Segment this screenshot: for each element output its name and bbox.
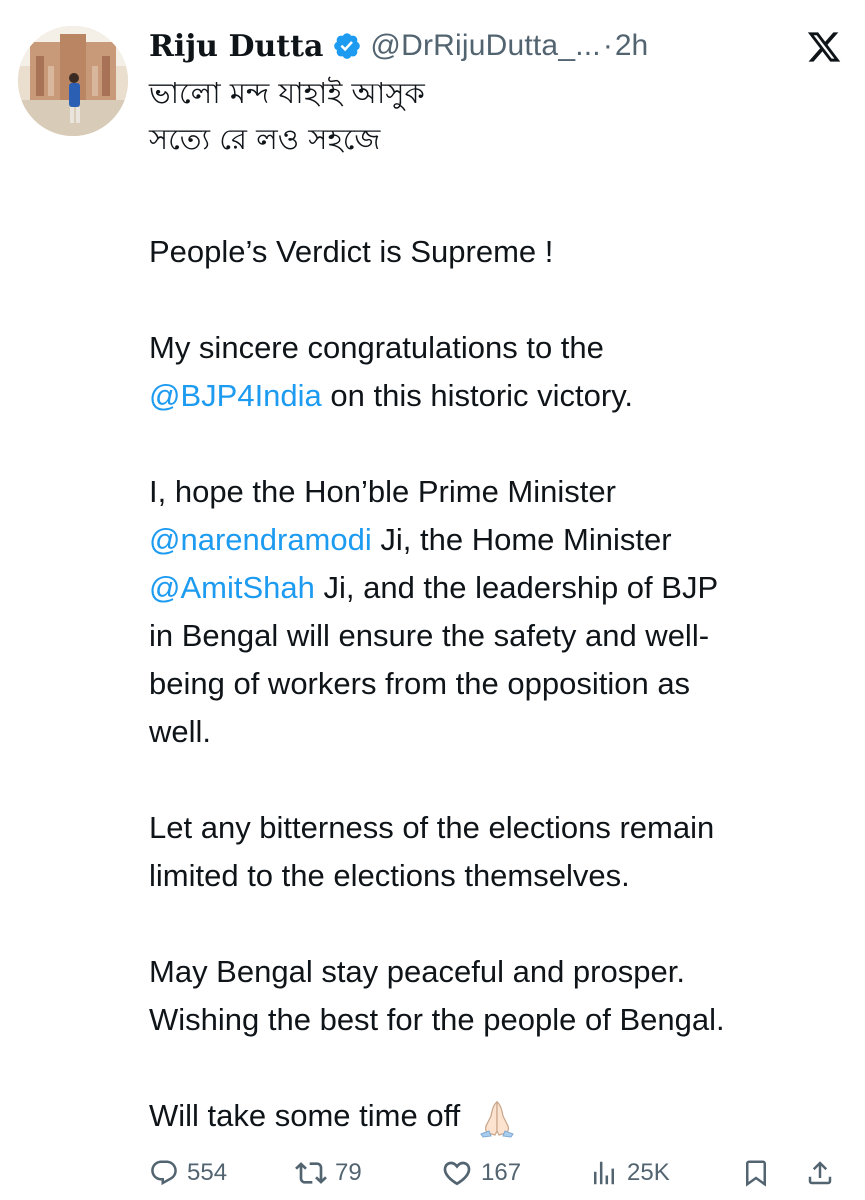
bookmark-button[interactable] <box>741 1153 771 1193</box>
reply-count: 554 <box>187 1159 228 1186</box>
verdict-line: People’s Verdict is Supreme ! <box>149 234 554 269</box>
mention-narendramodi[interactable]: @narendramodi <box>149 522 372 557</box>
folded-hands-icon <box>480 1100 514 1138</box>
wishes-paragraph: May Bengal stay peaceful and prosper. Wi… <box>149 948 849 1044</box>
like-button[interactable]: 167 <box>441 1153 521 1193</box>
wishes-line-1: May Bengal stay peaceful and prosper. <box>149 954 685 989</box>
wishes-line-2: Wishing the best for the people of Benga… <box>149 1002 725 1037</box>
views-chart-icon <box>594 1161 614 1185</box>
hope-text-3: Ji, and the leadership of BJP <box>314 570 719 605</box>
share-button[interactable] <box>805 1153 835 1193</box>
verified-badge-icon <box>334 33 361 59</box>
action-bar: 554 79 167 25K <box>149 1153 849 1193</box>
like-count: 167 <box>481 1159 522 1186</box>
tweet-card[interactable]: Riju Dutta @DrRijuDutta_... · 2h ভালো মন… <box>0 0 865 1200</box>
avatar[interactable] <box>18 26 128 136</box>
hope-text-1: I, hope the Hon’ble Prime Minister <box>149 474 616 509</box>
views-count: 25K <box>627 1159 670 1186</box>
user-handle[interactable]: @DrRijuDutta_... <box>370 29 600 63</box>
congrats-paragraph: My sincere congratulations to the @BJP4I… <box>149 324 849 420</box>
display-name[interactable]: Riju Dutta <box>149 29 323 64</box>
bitterness-line-1: Let any bitterness of the elections rema… <box>149 810 715 845</box>
repost-icon <box>295 1162 327 1184</box>
bookmark-icon <box>746 1160 766 1187</box>
reply-button[interactable]: 554 <box>149 1153 227 1193</box>
time-off-paragraph: Will take some time off <box>149 1092 849 1140</box>
hope-text-5: being of workers from the opposition as <box>149 666 691 701</box>
bitterness-paragraph: Let any bitterness of the elections rema… <box>149 804 849 900</box>
tweet-body: ভালো মন্দ যাহাই আসুক সত্যে রে লও সহজে Pe… <box>149 70 849 1140</box>
bengali-line-1: ভালো মন্দ যাহাই আসুক <box>149 76 425 110</box>
hope-paragraph: I, hope the Hon’ble Prime Minister @nare… <box>149 468 849 756</box>
time-off-text: Will take some time off <box>149 1098 461 1133</box>
separator-dot: · <box>602 29 613 62</box>
avatar-photo-icon <box>18 26 128 136</box>
share-icon <box>808 1161 832 1185</box>
congrats-text: My sincere congratulations to the <box>149 330 604 365</box>
hope-text-4: in Bengal will ensure the safety and wel… <box>149 618 710 653</box>
repost-count: 79 <box>335 1159 362 1186</box>
hope-text-6: well. <box>149 714 212 749</box>
reply-icon <box>151 1160 177 1186</box>
tweet-header: Riju Dutta @DrRijuDutta_... · 2h <box>149 24 648 68</box>
timestamp[interactable]: 2h <box>615 29 648 63</box>
bitterness-line-2: limited to the elections themselves. <box>149 858 630 893</box>
congrats-text-2: on this historic victory. <box>321 378 634 413</box>
repost-button[interactable]: 79 <box>295 1153 362 1193</box>
mention-amitshah[interactable]: @AmitShah <box>149 570 315 605</box>
bengali-line-2: সত্যে রে লও সহজে <box>149 122 381 156</box>
x-logo-icon[interactable] <box>806 29 842 65</box>
hope-text-2: Ji, the Home Minister <box>371 522 672 557</box>
heart-icon <box>443 1161 471 1186</box>
views-button[interactable]: 25K <box>589 1153 670 1193</box>
mention-bjp4india[interactable]: @BJP4India <box>149 378 322 413</box>
